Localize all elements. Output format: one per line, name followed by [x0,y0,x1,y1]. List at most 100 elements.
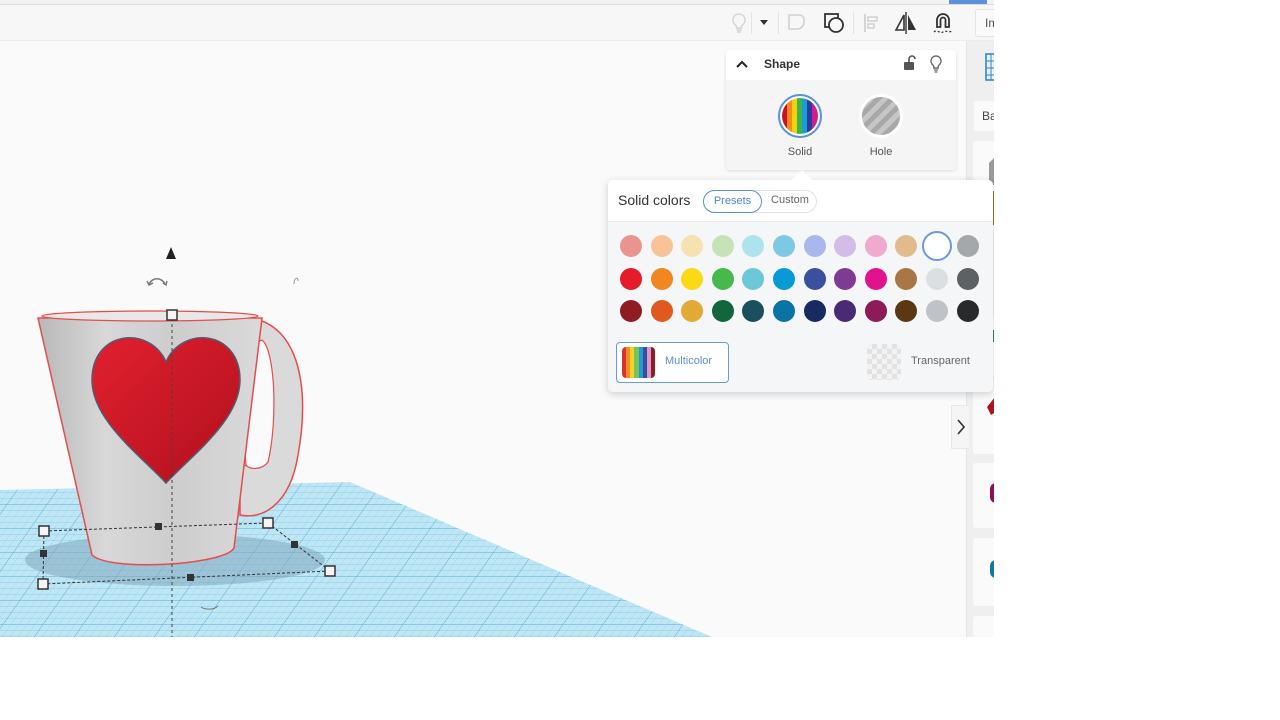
corner-handle[interactable] [324,565,336,577]
teal-shape-icon [990,560,994,578]
chevron-up-icon[interactable] [735,57,749,71]
color-swatch[interactable] [926,267,948,290]
library-category-label: Ba [982,109,994,123]
shape-inspector-panel: Shape Solid Hole [726,50,956,170]
palette-title: Solid colors [618,192,691,208]
color-swatch[interactable] [773,300,795,322]
color-swatch[interactable] [773,235,795,257]
color-swatch[interactable] [834,267,857,290]
color-swatch[interactable] [834,235,857,257]
height-handle[interactable] [166,309,178,321]
color-swatch[interactable] [864,235,887,257]
mirror-icon [894,12,916,34]
lightbulb-icon [732,13,746,33]
import-button[interactable]: Import [975,9,994,37]
multicolor-button[interactable]: Multicolor [616,342,729,383]
library-shape-magenta[interactable] [973,463,994,528]
red-shape-icon [987,398,994,415]
color-swatch[interactable] [895,267,918,290]
color-swatch[interactable] [681,300,704,322]
rainbow-swatch-icon [782,98,818,134]
cruise-button[interactable] [928,8,958,38]
color-palette-popover: Solid colors Presets Custom Multicolor T… [608,180,993,392]
palette-header: Solid colors Presets Custom [608,180,993,222]
color-swatch[interactable] [803,300,826,322]
magenta-shape-icon [990,483,994,503]
color-swatch[interactable] [681,267,704,290]
color-swatch[interactable] [711,300,734,322]
group-icon [788,14,805,30]
transparent-label: Transparent [911,355,970,367]
color-swatch[interactable] [650,267,673,290]
green-shape-icon [993,330,994,342]
shape-panel-title: Shape [764,57,801,71]
color-swatch[interactable] [742,235,765,257]
color-swatch[interactable] [803,235,826,257]
visibility-dropdown-button[interactable] [752,8,776,38]
color-swatch[interactable] [681,235,704,257]
color-swatch[interactable] [742,267,765,290]
expand-panel-button[interactable] [951,405,969,449]
chevron-right-icon [956,419,965,435]
color-swatch[interactable] [956,300,979,322]
color-swatch[interactable] [895,300,918,322]
color-swatch[interactable] [895,235,918,257]
color-swatch[interactable] [650,300,673,322]
edge-handle[interactable] [187,574,194,581]
hole-label: Hole [869,146,893,158]
hole-swatch-icon[interactable] [859,94,903,138]
color-swatch[interactable] [711,267,734,290]
color-swatch[interactable] [834,300,857,322]
edge-handle[interactable] [40,550,47,557]
library-shape-teal[interactable] [973,538,994,606]
edge-handle[interactable] [155,523,162,530]
transparent-button[interactable]: Transparent [865,343,985,381]
corner-handle[interactable] [37,578,49,590]
group-button[interactable] [782,8,812,38]
grid-view-icon[interactable] [985,53,994,81]
mirror-button[interactable] [891,8,921,38]
rotate-handle-side[interactable] [293,277,299,285]
corner-handle[interactable] [38,525,50,537]
lightbulb-icon[interactable] [929,55,943,73]
tab-custom[interactable]: Custom [762,190,818,213]
color-swatch[interactable] [650,235,673,257]
chevron-down-icon [760,20,768,25]
color-swatch[interactable] [620,235,642,257]
color-swatch[interactable] [711,235,734,257]
color-swatch[interactable] [620,300,642,322]
color-swatch[interactable] [864,267,887,290]
edge-handle[interactable] [291,541,298,548]
unlock-icon[interactable] [903,55,917,71]
corner-handle[interactable] [262,517,274,529]
solid-option[interactable]: Solid [770,94,830,158]
tinkercad-editor: Import [0,0,994,637]
checkerboard-icon [867,344,901,380]
solid-color-swatch[interactable] [778,94,822,138]
library-category-select[interactable]: Ba [974,101,994,131]
multicolor-stripes-icon [622,347,655,378]
popover-caret [792,170,812,180]
color-swatch[interactable] [864,300,887,322]
toolbar-divider [853,12,854,34]
cruise-icon [933,13,953,34]
color-swatch[interactable] [803,267,826,290]
color-swatch[interactable] [620,267,642,290]
color-swatch[interactable] [773,267,795,290]
show-all-button[interactable] [724,8,754,38]
solid-label: Solid [787,146,813,158]
align-button[interactable] [857,8,887,38]
tab-presets[interactable]: Presets [703,190,762,213]
color-swatch[interactable] [922,231,952,261]
color-swatch[interactable] [956,267,979,290]
ungroup-button[interactable] [819,8,849,38]
library-shape-card[interactable] [973,616,994,637]
color-swatch[interactable] [926,300,948,322]
color-swatch[interactable] [956,235,979,257]
hole-option[interactable]: Hole [851,94,911,158]
palette-mode-toggle: Presets Custom [703,190,817,213]
lift-arrow-handle[interactable] [166,247,176,259]
color-swatch[interactable] [742,300,765,322]
active-tab-indicator [949,0,987,4]
toolbar-divider [778,12,779,34]
